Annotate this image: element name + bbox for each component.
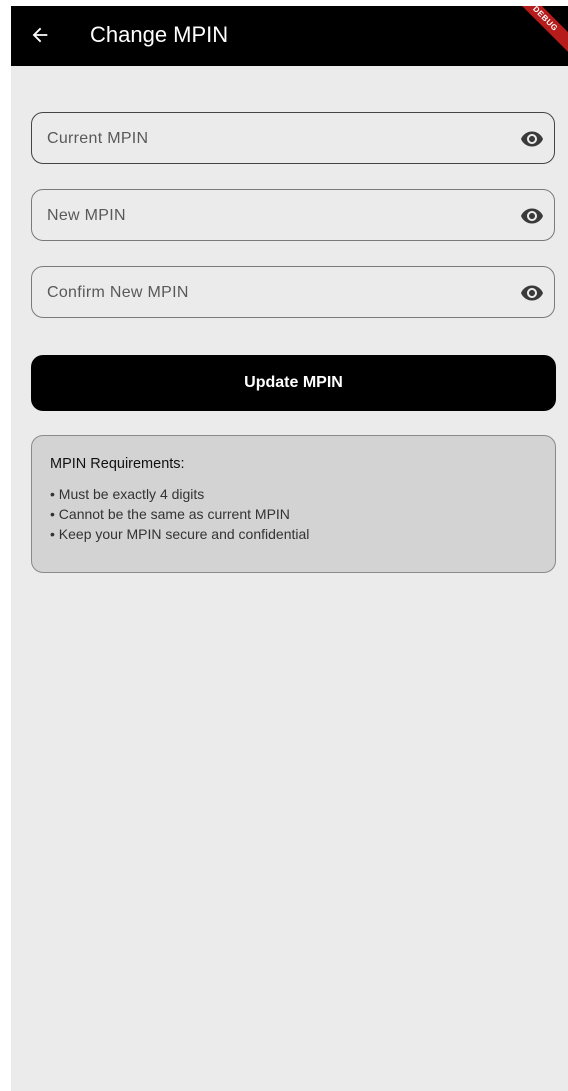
requirements-box: MPIN Requirements: • Must be exactly 4 d… [31, 435, 556, 573]
eye-icon [521, 131, 543, 147]
current-mpin-input[interactable] [45, 113, 509, 165]
requirements-title: MPIN Requirements: [50, 456, 185, 472]
app-bar: Change MPIN DEBUG [11, 6, 568, 66]
confirm-mpin-input[interactable] [45, 267, 509, 319]
toggle-visibility-button[interactable] [519, 126, 545, 152]
update-mpin-button[interactable]: Update MPIN [31, 355, 556, 411]
arrow-left-icon [32, 27, 48, 43]
eye-icon [521, 285, 543, 301]
requirement-item: • Cannot be the same as current MPIN [50, 506, 290, 522]
screen: Change MPIN DEBUG Update MPIN MPIN Requi… [11, 6, 568, 1091]
new-mpin-field[interactable] [31, 189, 555, 242]
toggle-visibility-button[interactable] [519, 280, 545, 306]
back-button[interactable] [25, 20, 55, 50]
eye-icon [521, 208, 543, 224]
requirement-item: • Keep your MPIN secure and confidential [50, 526, 310, 542]
confirm-mpin-field[interactable] [31, 266, 555, 319]
requirement-item: • Must be exactly 4 digits [50, 486, 205, 502]
new-mpin-input[interactable] [45, 190, 509, 242]
toggle-visibility-button[interactable] [519, 203, 545, 229]
page-title: Change MPIN [90, 22, 229, 47]
debug-banner: DEBUG [508, 6, 568, 56]
current-mpin-field[interactable] [31, 112, 555, 165]
